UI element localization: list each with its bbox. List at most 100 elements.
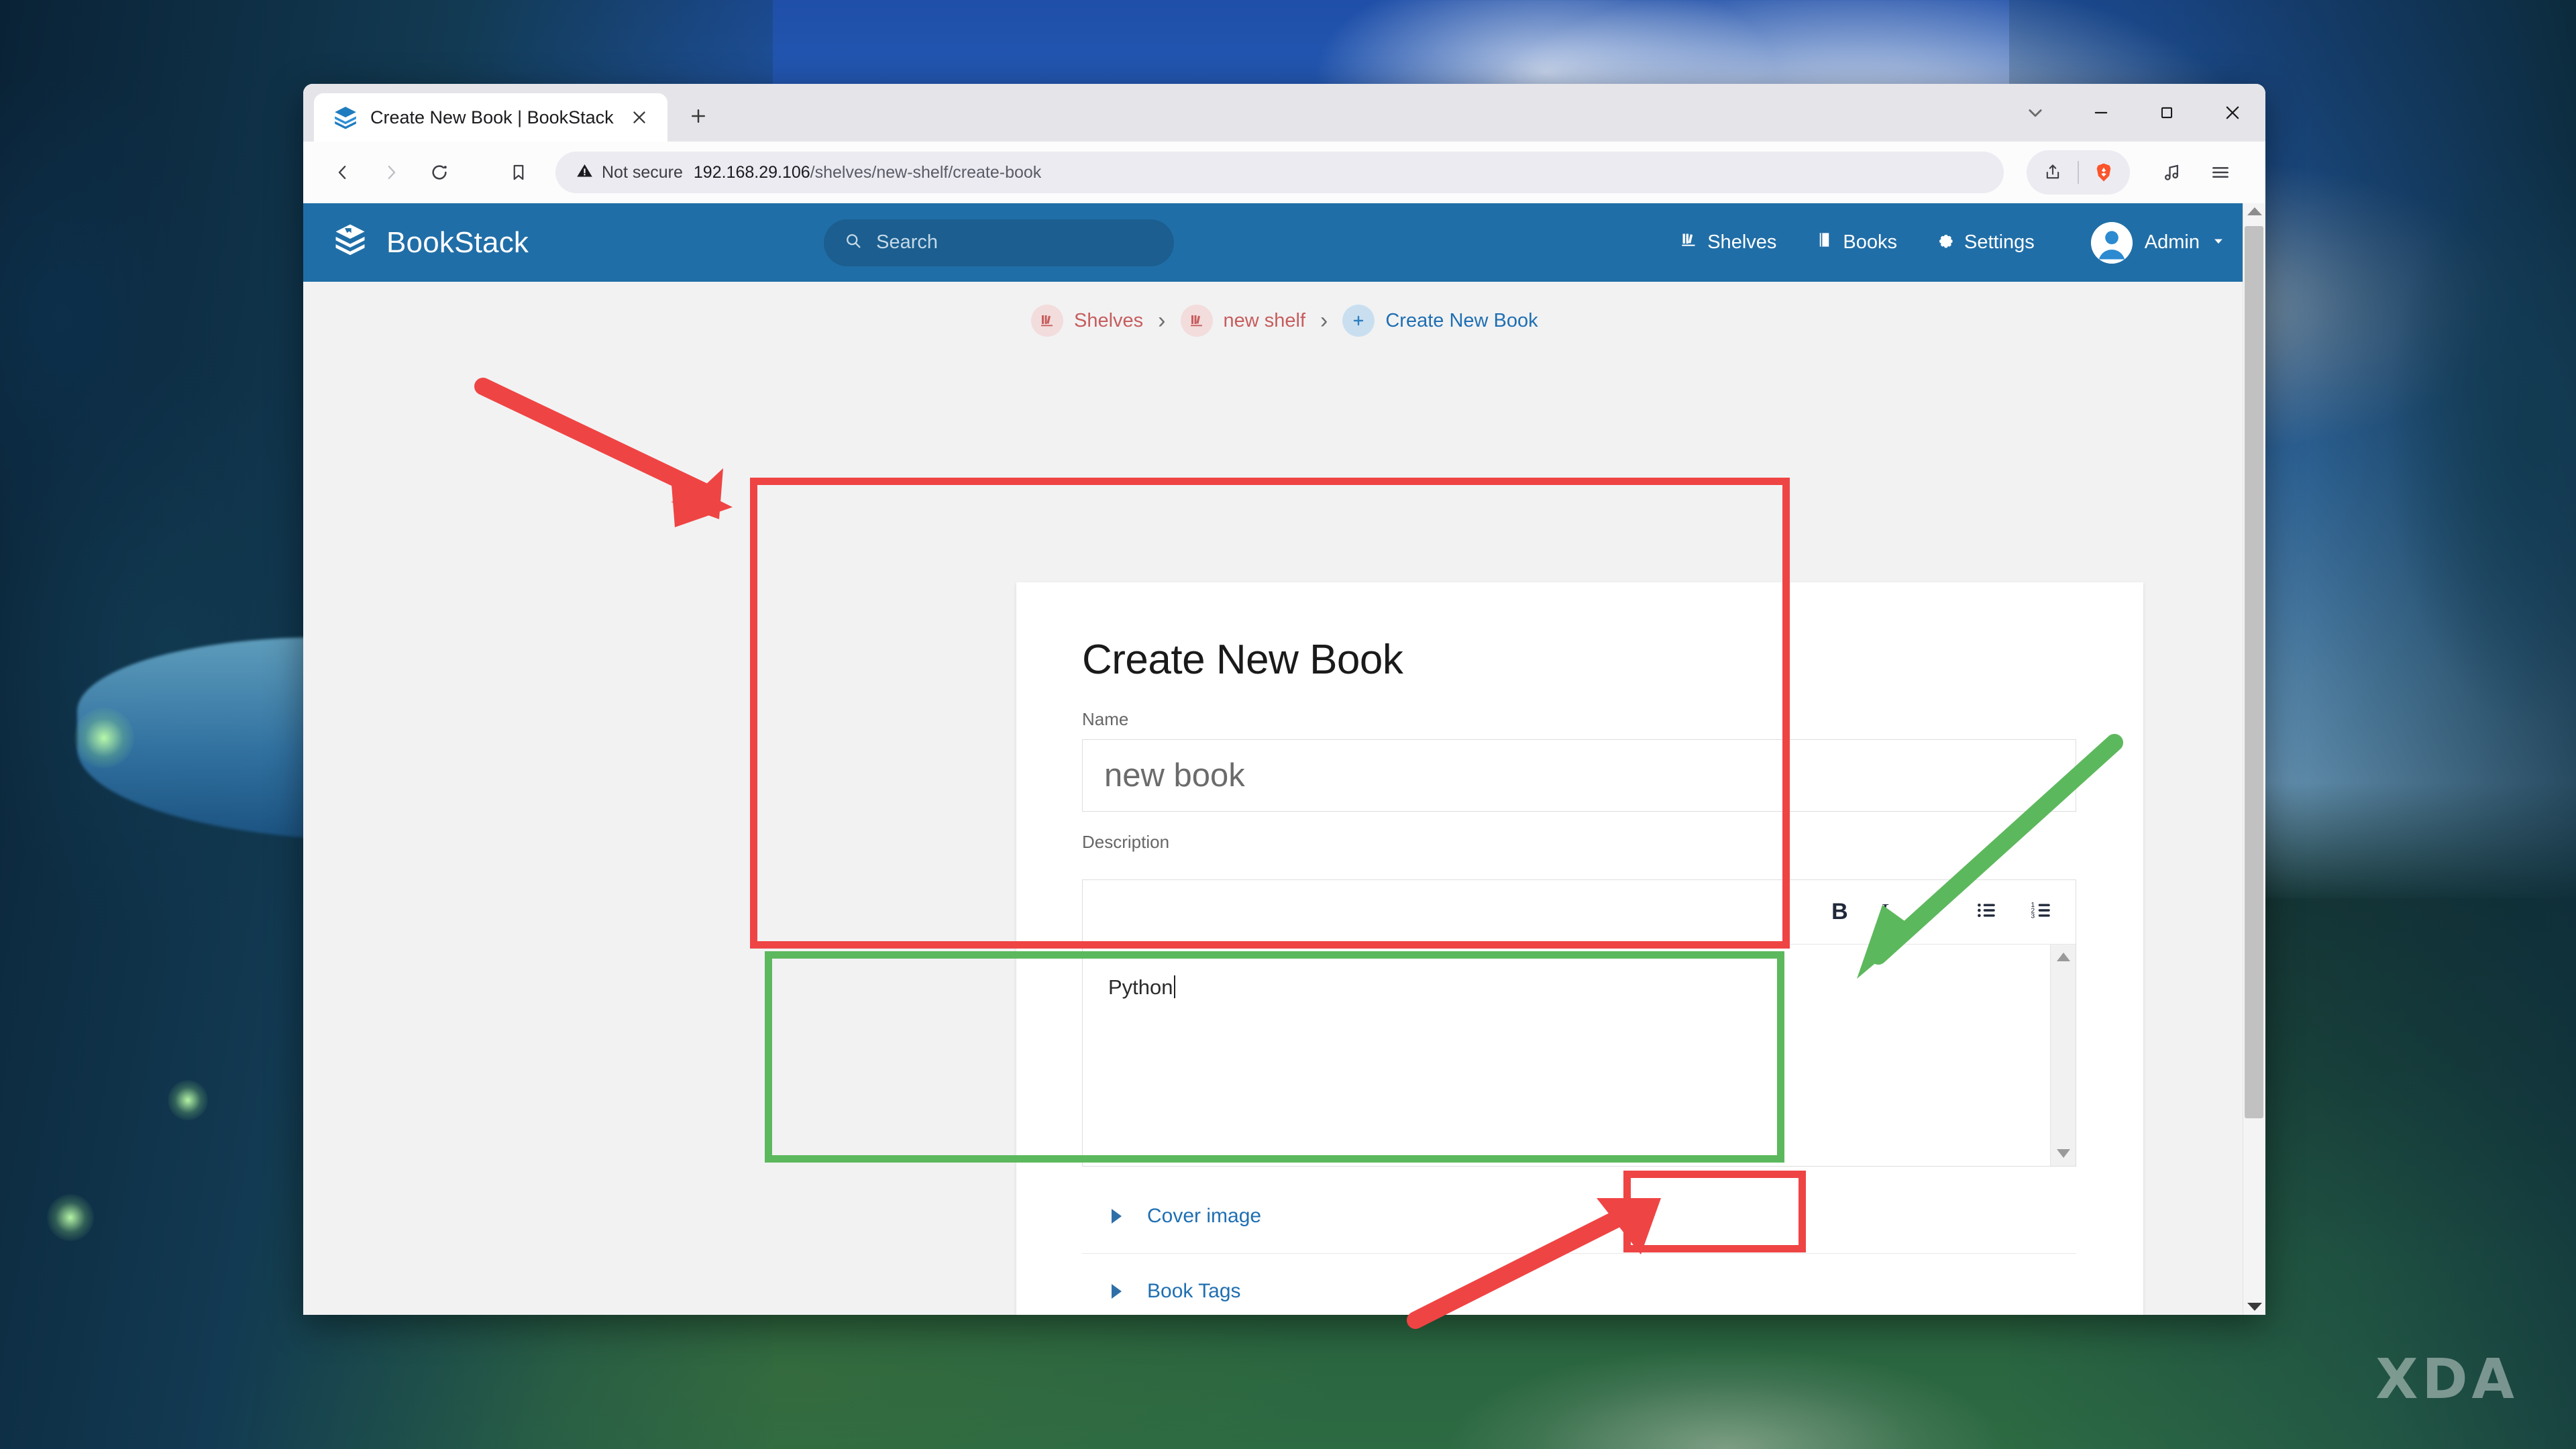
description-value: Python (1108, 975, 1173, 999)
breadcrumb-item-new-shelf[interactable]: new shelf (1181, 305, 1306, 337)
forward-button[interactable] (369, 150, 413, 195)
tab-search-button[interactable] (2002, 84, 2068, 142)
description-field-group: Description B I (1082, 832, 2076, 1167)
breadcrumb-item-shelves[interactable]: Shelves (1031, 305, 1143, 337)
user-avatar-icon (2091, 222, 2133, 264)
breadcrumb-label-shelves: Shelves (1074, 310, 1143, 332)
breadcrumb-label-new-shelf: new shelf (1224, 310, 1306, 332)
triangle-right-icon (1112, 1209, 1122, 1224)
search-icon (844, 231, 863, 254)
share-button[interactable] (2035, 154, 2071, 191)
minimize-button[interactable] (2068, 84, 2134, 142)
new-tab-button[interactable] (680, 97, 717, 135)
user-menu-button[interactable]: Admin (2091, 222, 2225, 264)
music-button[interactable] (2150, 150, 2194, 195)
tab-strip: Create New Book | BookStack (303, 84, 2265, 142)
reload-button[interactable] (417, 150, 462, 195)
browser-tab[interactable]: Create New Book | BookStack (314, 93, 667, 142)
user-name-label: Admin (2145, 231, 2200, 254)
brave-shield-icon[interactable] (2086, 154, 2122, 191)
create-book-form: Name new book Description B I (1016, 684, 2143, 1315)
tab-close-icon[interactable] (626, 104, 653, 131)
page-title: Create New Book (1016, 582, 2143, 684)
wallpaper-firefly (74, 708, 134, 768)
link-button[interactable] (1920, 899, 1943, 925)
toolbar-divider (2078, 161, 2079, 184)
scroll-up-arrow-icon[interactable] (2247, 207, 2262, 215)
bookstack-logo-text: BookStack (386, 226, 529, 260)
bookstack-favicon-icon (333, 105, 358, 130)
book-icon (1815, 231, 1833, 254)
search-placeholder: Search (876, 231, 938, 254)
shelves-icon (1680, 231, 1698, 254)
name-label: Name (1082, 709, 2076, 730)
scroll-down-arrow-icon[interactable] (2247, 1303, 2262, 1311)
window-controls (2002, 84, 2265, 142)
section-label-cover-image: Cover image (1147, 1205, 1261, 1228)
italic-button[interactable]: I (1880, 900, 1888, 925)
search-input[interactable]: Search (824, 219, 1174, 266)
xda-watermark: XDA (2375, 1348, 2518, 1411)
security-status[interactable]: Not secure (576, 162, 683, 183)
gear-icon (1936, 231, 1955, 255)
scroll-down-arrow-icon[interactable] (2057, 1149, 2070, 1158)
description-editor: B I (1082, 879, 2076, 1167)
breadcrumb-separator: › (1320, 308, 1328, 334)
name-input-value: new book (1104, 757, 1245, 794)
address-bar[interactable]: Not secure 192.168.29.106/shelves/new-sh… (555, 152, 2004, 193)
warning-triangle-icon (576, 162, 594, 183)
url-host: 192.168.29.106 (694, 163, 810, 182)
address-bar-url[interactable]: 192.168.29.106/shelves/new-shelf/create-… (694, 163, 1041, 182)
breadcrumb-label-create-new-book: Create New Book (1385, 310, 1538, 332)
tab-title: Create New Book | BookStack (370, 107, 614, 128)
bookmark-button[interactable] (496, 150, 541, 195)
breadcrumb-item-create-new-book[interactable]: Create New Book (1342, 305, 1538, 337)
description-textarea[interactable]: Python (1083, 945, 2076, 1166)
breadcrumb: Shelves › new shelf › Cre (303, 282, 2265, 337)
numbered-list-button[interactable]: 1 2 3 (2030, 899, 2053, 925)
create-book-card: Create New Book Name new book Descriptio… (1016, 582, 2143, 1315)
chevron-down-icon (2212, 234, 2225, 251)
toolbar-right-group (2027, 150, 2130, 195)
section-book-tags[interactable]: Book Tags (1082, 1254, 2076, 1315)
section-cover-image[interactable]: Cover image (1082, 1179, 2076, 1254)
wallpaper-firefly (47, 1194, 94, 1241)
name-field-group: Name new book (1082, 709, 2076, 812)
hamburger-menu-button[interactable] (2198, 150, 2243, 195)
page-viewport: BookStack Search (303, 203, 2265, 1315)
plus-icon (1342, 305, 1375, 337)
svg-text:3: 3 (2031, 913, 2035, 920)
name-input[interactable]: new book (1082, 739, 2076, 812)
bullet-list-button[interactable] (1975, 899, 1998, 925)
bookstack-header: BookStack Search (303, 203, 2265, 282)
section-label-book-tags: Book Tags (1147, 1280, 1241, 1303)
back-button[interactable] (321, 150, 365, 195)
nav-label-settings: Settings (1964, 231, 2035, 254)
description-scrollbar[interactable] (2050, 945, 2076, 1166)
bookstack-logo[interactable]: BookStack (331, 222, 529, 263)
close-window-button[interactable] (2200, 84, 2265, 142)
wallpaper-firefly (168, 1080, 208, 1120)
triangle-right-icon (1112, 1284, 1122, 1299)
scroll-up-arrow-icon[interactable] (2057, 953, 2070, 961)
bookstack-logo-icon (331, 222, 369, 263)
nav-item-settings[interactable]: Settings (1936, 231, 2035, 255)
page-scrollbar-thumb[interactable] (2245, 226, 2263, 1118)
description-label: Description (1082, 832, 2076, 853)
nav-label-shelves: Shelves (1707, 231, 1776, 254)
header-nav: Shelves Books Sett (1680, 222, 2225, 264)
security-label: Not secure (602, 163, 683, 182)
nav-label-books: Books (1843, 231, 1897, 254)
description-editor-toolbar: B I (1083, 880, 2076, 945)
nav-item-books[interactable]: Books (1815, 231, 1897, 254)
nav-item-shelves[interactable]: Shelves (1680, 231, 1776, 254)
shelves-icon (1031, 305, 1063, 337)
browser-window: Create New Book | BookStack (303, 84, 2265, 1315)
text-caret (1174, 975, 1175, 998)
bold-button[interactable]: B (1831, 899, 1848, 925)
collapsible-sections: Cover image Book Tags Default Page Templ… (1082, 1179, 2076, 1315)
url-path: /shelves/new-shelf/create-book (810, 163, 1042, 182)
breadcrumb-separator: › (1158, 308, 1165, 334)
maximize-button[interactable] (2134, 84, 2200, 142)
browser-toolbar: Not secure 192.168.29.106/shelves/new-sh… (303, 142, 2265, 203)
